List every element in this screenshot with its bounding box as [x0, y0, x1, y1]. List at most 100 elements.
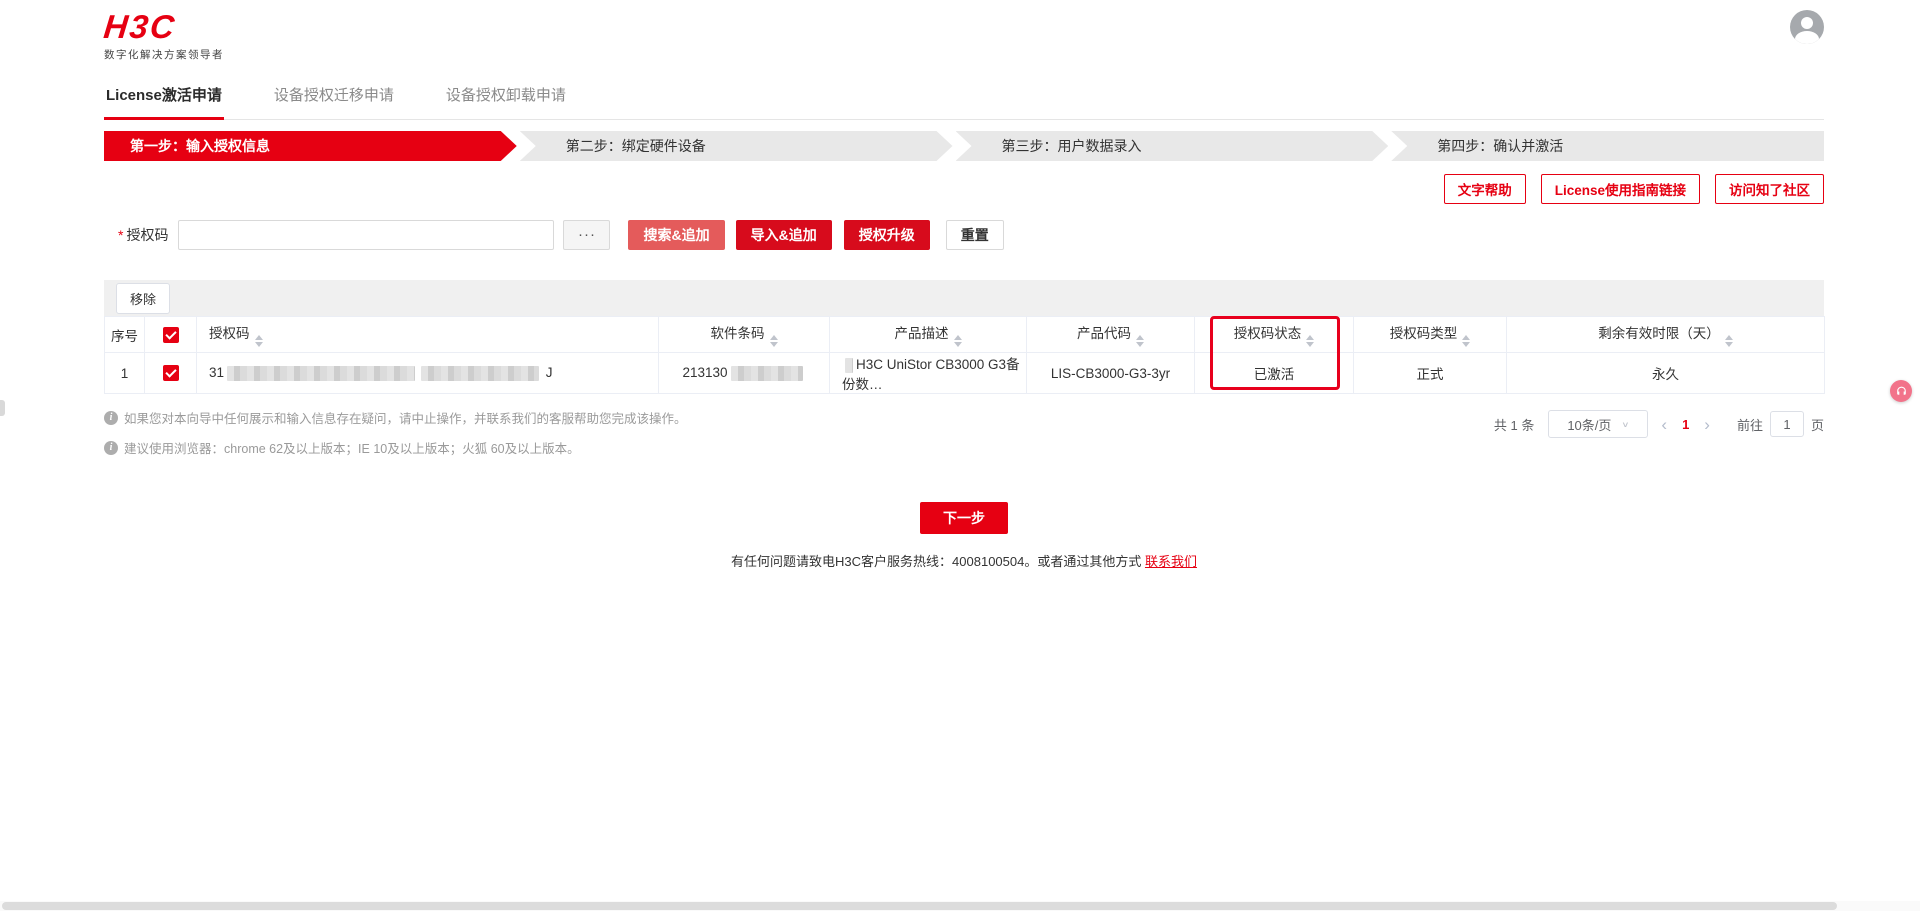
col-header-product-desc-text: 产品描述 — [894, 326, 949, 341]
current-page-number[interactable]: 1 — [1680, 417, 1691, 432]
cell-auth-status: 已激活 — [1194, 352, 1354, 394]
left-edge-handle — [0, 400, 5, 416]
chevron-down-icon: ∨ — [1621, 420, 1630, 429]
step-1-enter-auth-info: 第一步：输入授权信息 — [104, 131, 517, 161]
sort-icon[interactable] — [953, 335, 962, 347]
table-toolbar: 移除 — [104, 280, 1824, 316]
footer-text: 有任何问题请致电H3C客户服务热线：4008100504。或者通过其他方式 — [731, 554, 1145, 569]
license-table: 序号 授权码 软件条码 产品描述 产品代码 授权码状态 授权码类型 剩余有效时限… — [104, 316, 1825, 394]
redacted-blur — [227, 365, 416, 381]
prev-page-button[interactable]: ‹ — [1648, 416, 1680, 433]
col-header-product-desc[interactable]: 产品描述 — [829, 316, 1027, 353]
next-page-button[interactable]: › — [1691, 416, 1723, 433]
goto-label: 前往 — [1736, 417, 1763, 433]
page-header: H3C 数字化解决方案领导者 — [102, 0, 1824, 62]
avatar-head-shape — [1801, 17, 1813, 29]
info-icon — [104, 440, 118, 455]
col-header-software-barcode[interactable]: 软件条码 — [658, 316, 830, 353]
col-header-product-code-text: 产品代码 — [1077, 326, 1131, 341]
user-avatar-icon[interactable] — [1790, 10, 1824, 44]
tab-device-auth-uninstall[interactable]: 设备授权卸载申请 — [444, 76, 568, 119]
redacted-blur — [730, 365, 803, 381]
contact-us-link[interactable]: 联系我们 — [1145, 554, 1197, 569]
cell-auth-code: 31 J — [196, 352, 659, 394]
col-header-auth-status-text: 授权码状态 — [1233, 326, 1302, 341]
select-all-checkbox[interactable] — [162, 326, 179, 343]
note-line: 如果您对本向导中任何展示和输入信息存在疑问，请中止操作，并联系我们的客服帮助您完… — [104, 408, 687, 427]
cell-software-barcode: 213130 — [658, 352, 830, 394]
table-row: 1 31 J 213130 H3C UniStor CB3000 G3备份数… … — [104, 352, 1825, 394]
cell-product-desc: H3C UniStor CB3000 G3备份数… — [829, 352, 1027, 394]
page-unit-label: 页 — [1810, 417, 1824, 433]
auth-code-label: * 授权码 — [118, 225, 168, 245]
cell-index: 1 — [104, 352, 145, 394]
required-asterisk: * — [118, 227, 124, 243]
pagination-total: 共 1 条 — [1493, 417, 1535, 433]
redacted-blur — [421, 365, 540, 381]
remove-button[interactable]: 移除 — [116, 282, 171, 314]
license-table-section: 移除 序号 授权码 软件条码 产品描述 产品代码 授权码状态 授权码类型 剩余有… — [104, 280, 1825, 394]
reset-button[interactable]: 重置 — [945, 220, 1004, 250]
auth-code-input[interactable] — [178, 220, 555, 250]
h3c-logo: H3C 数字化解决方案领导者 — [102, 8, 224, 62]
note-text: 建议使用浏览器：chrome 62及以上版本；IE 10及以上版本；火狐 60及… — [124, 442, 580, 456]
next-step-button[interactable]: 下一步 — [920, 502, 1008, 534]
customer-service-float-button[interactable] — [1890, 380, 1912, 402]
sort-icon[interactable] — [254, 335, 263, 347]
zhiliao-community-button[interactable]: 访问知了社区 — [1715, 174, 1824, 204]
h3c-logo-tagline: 数字化解决方案领导者 — [104, 49, 224, 61]
sort-icon[interactable] — [769, 335, 778, 347]
row-checkbox[interactable] — [162, 365, 179, 382]
barcode-prefix: 213130 — [682, 365, 728, 381]
redacted-blur — [845, 357, 853, 373]
info-icon — [104, 410, 118, 425]
wizard-step-bar: 第一步：输入授权信息 第二步：绑定硬件设备 第三步：用户数据录入 第四步：确认并… — [104, 131, 1824, 161]
tab-device-auth-migration[interactable]: 设备授权迁移申请 — [272, 76, 396, 119]
sort-icon[interactable] — [1462, 335, 1471, 347]
col-header-auth-status[interactable]: 授权码状态 — [1194, 316, 1354, 353]
headset-icon — [1896, 386, 1906, 395]
auth-code-form: * 授权码 ··· 搜索&追加 导入&追加 授权升级 重置 — [104, 220, 1824, 250]
tab-license-activation[interactable]: License激活申请 — [104, 76, 224, 120]
sort-icon[interactable] — [1306, 335, 1315, 347]
top-tab-bar: License激活申请 设备授权迁移申请 设备授权卸载申请 — [104, 76, 1824, 120]
goto-page-group: 前往 页 — [1737, 411, 1824, 437]
cell-auth-type: 正式 — [1353, 352, 1507, 394]
cell-product-code: LIS-CB3000-G3-3yr — [1026, 352, 1195, 394]
col-header-product-code[interactable]: 产品代码 — [1026, 316, 1195, 353]
product-desc-text: H3C UniStor CB3000 G3备份数… — [842, 357, 1020, 392]
note-line: 建议使用浏览器：chrome 62及以上版本；IE 10及以上版本；火狐 60及… — [104, 438, 687, 457]
sort-icon[interactable] — [1724, 335, 1733, 347]
pagination: 共 1 条 10条/页 ∨ ‹ 1 › 前往 页 — [1494, 410, 1824, 438]
text-help-button[interactable]: 文字帮助 — [1443, 174, 1526, 204]
col-header-software-barcode-text: 软件条码 — [710, 326, 765, 341]
col-header-select-all — [144, 316, 197, 353]
import-append-button[interactable]: 导入&追加 — [735, 220, 832, 250]
avatar-body-shape — [1795, 31, 1819, 44]
col-header-auth-type[interactable]: 授权码类型 — [1353, 316, 1507, 353]
more-options-button[interactable]: ··· — [563, 220, 611, 250]
search-append-button[interactable]: 搜索&追加 — [628, 220, 725, 250]
col-header-remaining-days-text: 剩余有效时限（天） — [1598, 326, 1720, 341]
auth-upgrade-button[interactable]: 授权升级 — [843, 220, 930, 250]
page-size-select[interactable]: 10条/页 ∨ — [1548, 410, 1649, 438]
license-guide-link-button[interactable]: License使用指南链接 — [1540, 174, 1700, 204]
step-3-user-data-entry: 第三步：用户数据录入 — [956, 131, 1389, 161]
col-header-remaining-days[interactable]: 剩余有效时限（天） — [1506, 316, 1825, 353]
auth-code-prefix: 31 — [209, 365, 225, 381]
col-header-index: 序号 — [104, 316, 145, 353]
sort-icon[interactable] — [1136, 335, 1144, 347]
col-header-auth-code-text: 授权码 — [209, 326, 250, 341]
col-header-auth-code[interactable]: 授权码 — [196, 316, 659, 353]
goto-page-input[interactable] — [1769, 411, 1804, 437]
horizontal-scrollbar — [0, 901, 1920, 911]
h3c-logo-text: H3C — [102, 8, 178, 45]
next-step-row: 下一步 — [104, 502, 1824, 534]
col-header-auth-type-text: 授权码类型 — [1389, 326, 1458, 341]
cell-select — [144, 352, 197, 394]
page-size-value: 10条/页 — [1567, 417, 1612, 433]
step-4-confirm-activate: 第四步：确认并激活 — [1391, 131, 1824, 161]
horizontal-scrollbar-thumb[interactable] — [2, 902, 1837, 910]
note-text: 如果您对本向导中任何展示和输入信息存在疑问，请中止操作，并联系我们的客服帮助您完… — [124, 412, 687, 426]
auth-code-suffix: J — [545, 365, 553, 381]
